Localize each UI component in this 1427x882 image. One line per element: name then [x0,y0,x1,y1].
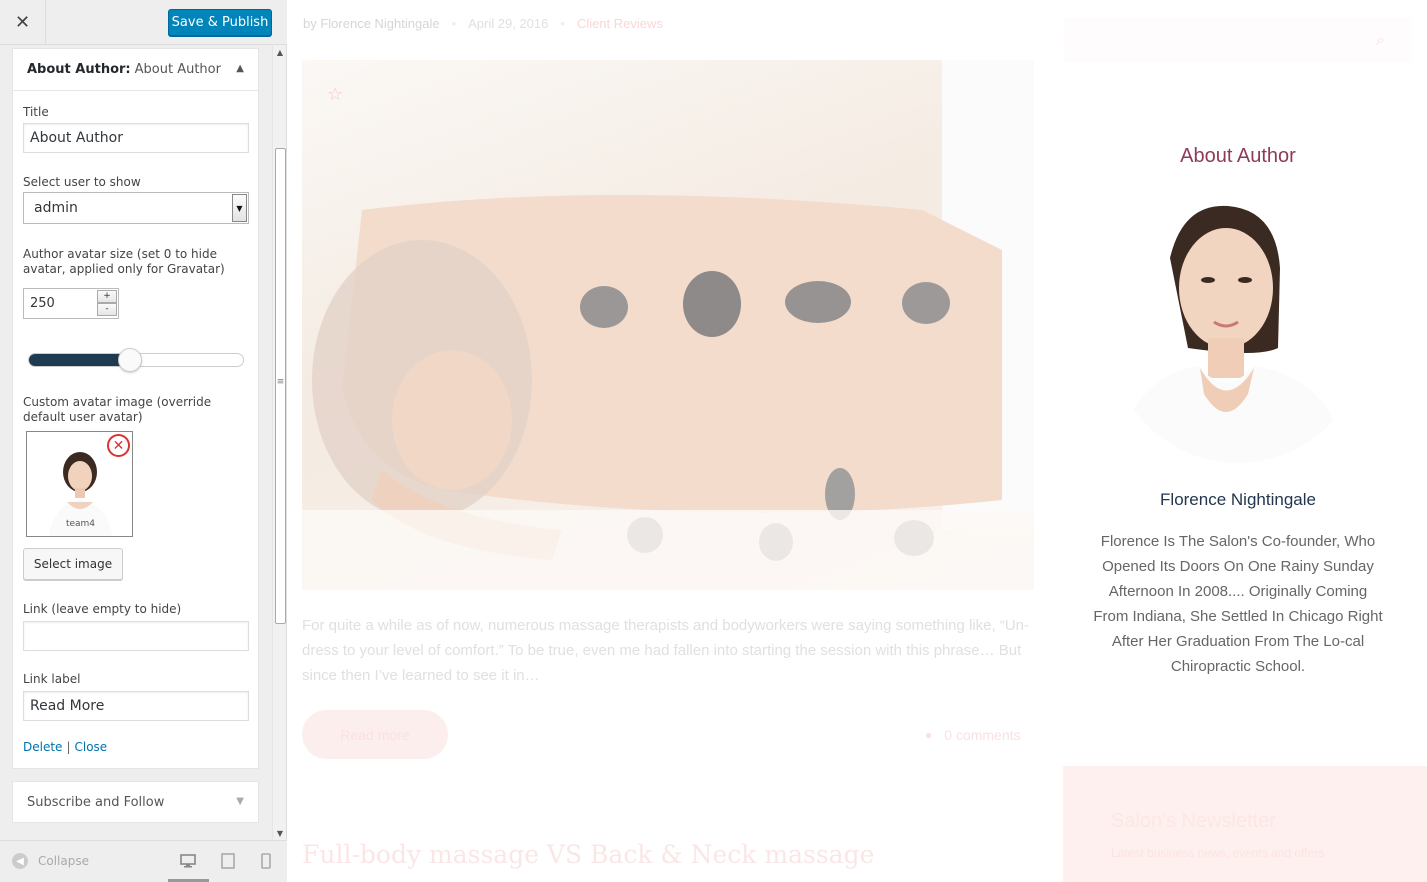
title-input[interactable]: About Author [23,123,249,153]
link-input[interactable] [23,621,249,651]
save-publish-button[interactable]: Save & Publish [168,9,272,36]
post-category[interactable]: Client Reviews [577,16,663,31]
author-portrait [1108,198,1368,463]
scroll-down-icon[interactable]: ▼ [273,829,287,838]
customizer-sidebar: ✕ Save & Publish About Author: About Aut… [0,0,287,882]
caret-down-icon[interactable]: ▼ [236,796,244,807]
newsletter-subtitle: Latest business news, events and offers [1111,846,1325,860]
increment-icon[interactable]: + [97,290,117,303]
collapse-button[interactable]: ◀ Collapse [12,853,89,869]
desktop-preview-icon[interactable] [180,853,196,873]
select-image-button[interactable]: Select image [23,548,123,580]
newsletter-widget: Salon's Newsletter Latest business news,… [1063,766,1427,882]
avatar-size-stepper[interactable]: 250 + - [23,288,119,319]
featured-star-icon: ☆ [327,84,344,105]
slider-fill [29,354,130,366]
delete-link[interactable]: Delete [23,740,62,754]
site-preview: by Florence Nightingale • April 29, 2016 • C… [287,0,1427,882]
author-avatar [1108,198,1368,463]
scrollbar-thumb[interactable]: ≡ [275,148,286,624]
widget-header-title: About Author [134,62,221,77]
comments-link[interactable]: ● 0 comments [925,727,1021,743]
about-author-widget-title: About Author [1180,145,1296,167]
user-select-label: Select user to show [23,175,141,189]
author-name: Florence Nightingale [1160,490,1316,509]
widget-header-type: About Author: [27,62,131,77]
title-label: Title [23,105,49,119]
link-label-input[interactable]: Read More [23,691,249,721]
link-label: Link (leave empty to hide) [23,602,182,616]
massage-photo [302,60,1034,590]
subscribe-follow-widget[interactable]: Subscribe and Follow ▼ [12,781,259,823]
about-author-widget: About Author: About Author ▲ Title About… [12,48,259,769]
user-select-value: admin [34,200,78,216]
user-select[interactable]: admin ▼ [23,192,249,224]
widget-header[interactable]: About Author: About Author ▲ [13,49,258,91]
decrement-icon[interactable]: - [97,303,117,316]
widget-scroll-area: About Author: About Author ▲ Title About… [0,46,287,840]
actions-separator: | [66,740,71,754]
post-author[interactable]: by Florence Nightingale [303,16,440,31]
collapse-label: Collapse [38,854,89,868]
meta-dot: • [560,16,565,31]
link-label-label: Link label [23,672,81,686]
sidebar-scrollbar[interactable]: ▲ ≡ ▼ [272,46,286,840]
tablet-preview-icon[interactable] [221,853,235,873]
close-icon[interactable]: ✕ [0,0,46,45]
post-meta: by Florence Nightingale • April 29, 2016 • C… [303,16,663,31]
post-date[interactable]: April 29, 2016 [468,16,548,31]
search-bar[interactable] [1064,18,1412,62]
next-post-title[interactable]: Full-body massage VS Back & Neck massage [302,840,874,869]
scroll-up-icon[interactable]: ▲ [273,48,287,57]
slider-handle[interactable] [118,348,142,372]
avatar-size-value: 250 [30,296,55,311]
comment-icon: ● [925,728,933,742]
post-featured-image[interactable]: ☆ [302,60,1034,590]
customizer-header: ✕ Save & Publish [0,0,287,45]
author-bio: Florence Is The Salon's Co-founder, Who … [1093,533,1383,675]
widget-actions: Delete | Close [23,740,107,754]
collapse-arrow-icon: ◀ [12,853,28,869]
subscribe-follow-title: Subscribe and Follow [27,794,165,810]
comments-count: 0 comments [944,727,1021,743]
customizer-footer: ◀ Collapse [0,840,287,882]
caret-up-icon[interactable]: ▲ [236,63,244,74]
meta-dot: • [451,16,457,31]
grip-icon: ≡ [276,377,285,387]
read-more-button[interactable]: Read more [302,710,448,759]
close-link[interactable]: Close [74,740,107,754]
newsletter-title: Salon's Newsletter [1111,810,1276,832]
remove-image-icon[interactable]: ✕ [107,434,130,457]
chevron-down-icon[interactable]: ▼ [232,194,247,222]
search-icon[interactable]: ⌕ [1376,30,1385,50]
avatar-size-label: Author avatar size (set 0 to hide avatar… [23,247,225,276]
custom-avatar-label: Custom avatar image (override default us… [23,395,212,424]
post-excerpt: For quite a while as of now, numerous ma… [302,617,1030,684]
mobile-preview-icon[interactable] [261,853,271,873]
avatar-thumbnail-caption: team4 [65,519,96,529]
avatar-size-slider[interactable] [28,348,244,372]
